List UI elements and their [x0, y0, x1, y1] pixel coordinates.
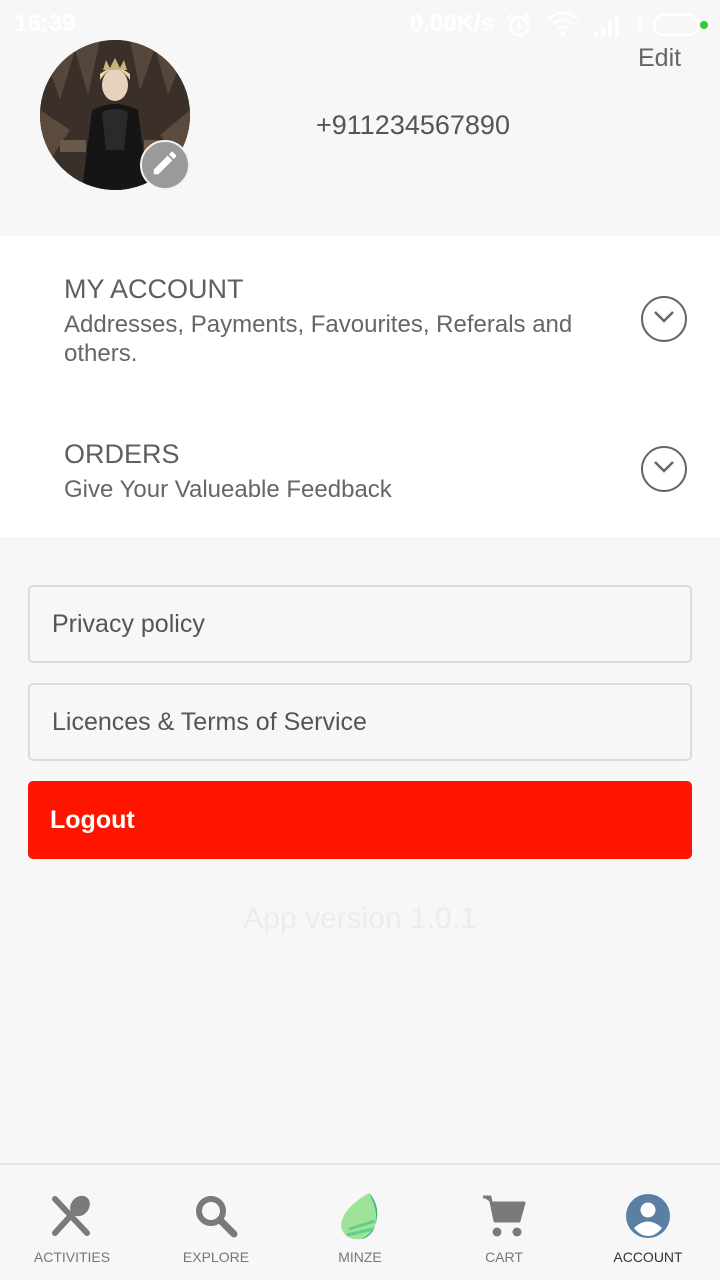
app-version: App version 1.0.1 [243, 902, 477, 935]
account-circle-icon [626, 1194, 670, 1238]
orders-section[interactable]: ORDERS Give Your Valueable Feedback [0, 396, 720, 537]
cart-icon [483, 1195, 526, 1237]
wifi-icon [547, 11, 579, 37]
battery-icon [638, 13, 708, 37]
status-bar: 16:39 0.00K/s [0, 0, 720, 48]
account-sections: MY ACCOUNT Addresses, Payments, Favourit… [0, 236, 720, 537]
licences-terms-button[interactable]: Licences & Terms of Service [28, 683, 692, 761]
logout-button[interactable]: Logout [28, 781, 692, 859]
chevron-down-icon [653, 310, 675, 329]
nav-cart[interactable]: CART [432, 1165, 576, 1280]
nav-activities[interactable]: ACTIVITIES [0, 1165, 144, 1280]
nav-label: MINZE [338, 1249, 382, 1265]
nav-explore[interactable]: EXPLORE [144, 1165, 288, 1280]
nav-label: ACCOUNT [613, 1249, 683, 1265]
section-subtitle: Give Your Valueable Feedback [64, 476, 392, 503]
section-title: ORDERS [64, 439, 180, 469]
search-icon [196, 1196, 238, 1238]
network-speed: 0.00K/s [410, 10, 495, 37]
chevron-down-icon [653, 460, 675, 479]
section-title: MY ACCOUNT [64, 274, 244, 304]
nav-minze[interactable]: MINZE [288, 1165, 432, 1280]
alarm-icon [507, 13, 531, 37]
edit-profile-link[interactable]: Edit [638, 44, 681, 73]
privacy-policy-button[interactable]: Privacy policy [28, 585, 692, 663]
nav-label: CART [485, 1249, 523, 1265]
my-account-section[interactable]: MY ACCOUNT Addresses, Payments, Favourit… [0, 236, 720, 396]
nav-label: EXPLORE [182, 1249, 250, 1265]
pencil-icon [150, 148, 180, 183]
section-subtitle: Addresses, Payments, Favourites, Referal… [64, 311, 573, 367]
expand-orders-button[interactable] [641, 446, 687, 492]
signal-icon [594, 15, 619, 37]
status-time: 16:39 [14, 10, 76, 37]
expand-my-account-button[interactable] [641, 296, 687, 342]
phone-number: +911234567890 [316, 110, 510, 140]
avatar-edit-button[interactable] [140, 140, 190, 190]
nav-label: ACTIVITIES [33, 1249, 111, 1265]
leaf-logo-icon [341, 1193, 378, 1240]
fork-spoon-icon [52, 1195, 90, 1236]
nav-account[interactable]: ACCOUNT [576, 1165, 720, 1280]
bottom-nav: ACTIVITIES EXPLORE MINZE CART ACCOUNT [0, 1163, 720, 1280]
